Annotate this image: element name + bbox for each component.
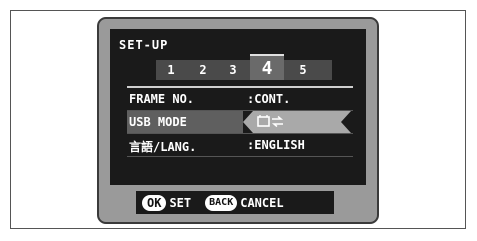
row-frame-no[interactable]: FRAME NO. :CONT. <box>127 88 353 111</box>
setup-page-tabs: 1 2 3 4 5 <box>156 54 332 80</box>
usb-camera-icon <box>257 115 287 132</box>
setup-menu-panel: SET-UP 1 2 3 4 5 FRAME NO. :CONT. USB MO… <box>110 29 366 185</box>
row-label: FRAME NO. <box>129 92 195 106</box>
row-label: USB MODE <box>129 115 187 129</box>
back-button[interactable]: BACK <box>205 194 238 211</box>
row-usb-mode[interactable]: USB MODE <box>127 111 353 134</box>
row-value: :ENGLISH <box>247 138 305 152</box>
cancel-label: CANCEL <box>240 195 284 210</box>
tab-1[interactable]: 1 <box>160 60 182 80</box>
tab-3[interactable]: 3 <box>222 60 244 80</box>
menu-title: SET-UP <box>119 38 169 52</box>
set-label: SET <box>169 195 192 210</box>
button-guide-bar: OK SET BACK CANCEL <box>136 191 334 214</box>
row-label: 言語/LANG. <box>129 140 197 154</box>
row-language[interactable]: 言語/LANG. :ENGLISH <box>127 134 353 157</box>
tab-4[interactable]: 4 <box>250 54 284 80</box>
row-value: :CONT. <box>247 92 291 106</box>
settings-list: FRAME NO. :CONT. USB MODE 言語/LANG.:ENGL… <box>127 86 353 157</box>
camera-lcd-screen: SET-UP 1 2 3 4 5 FRAME NO. :CONT. USB MO… <box>97 17 379 224</box>
tab-5[interactable]: 5 <box>292 60 314 80</box>
ok-button[interactable]: OK <box>142 194 167 211</box>
tab-2[interactable]: 2 <box>192 60 214 80</box>
